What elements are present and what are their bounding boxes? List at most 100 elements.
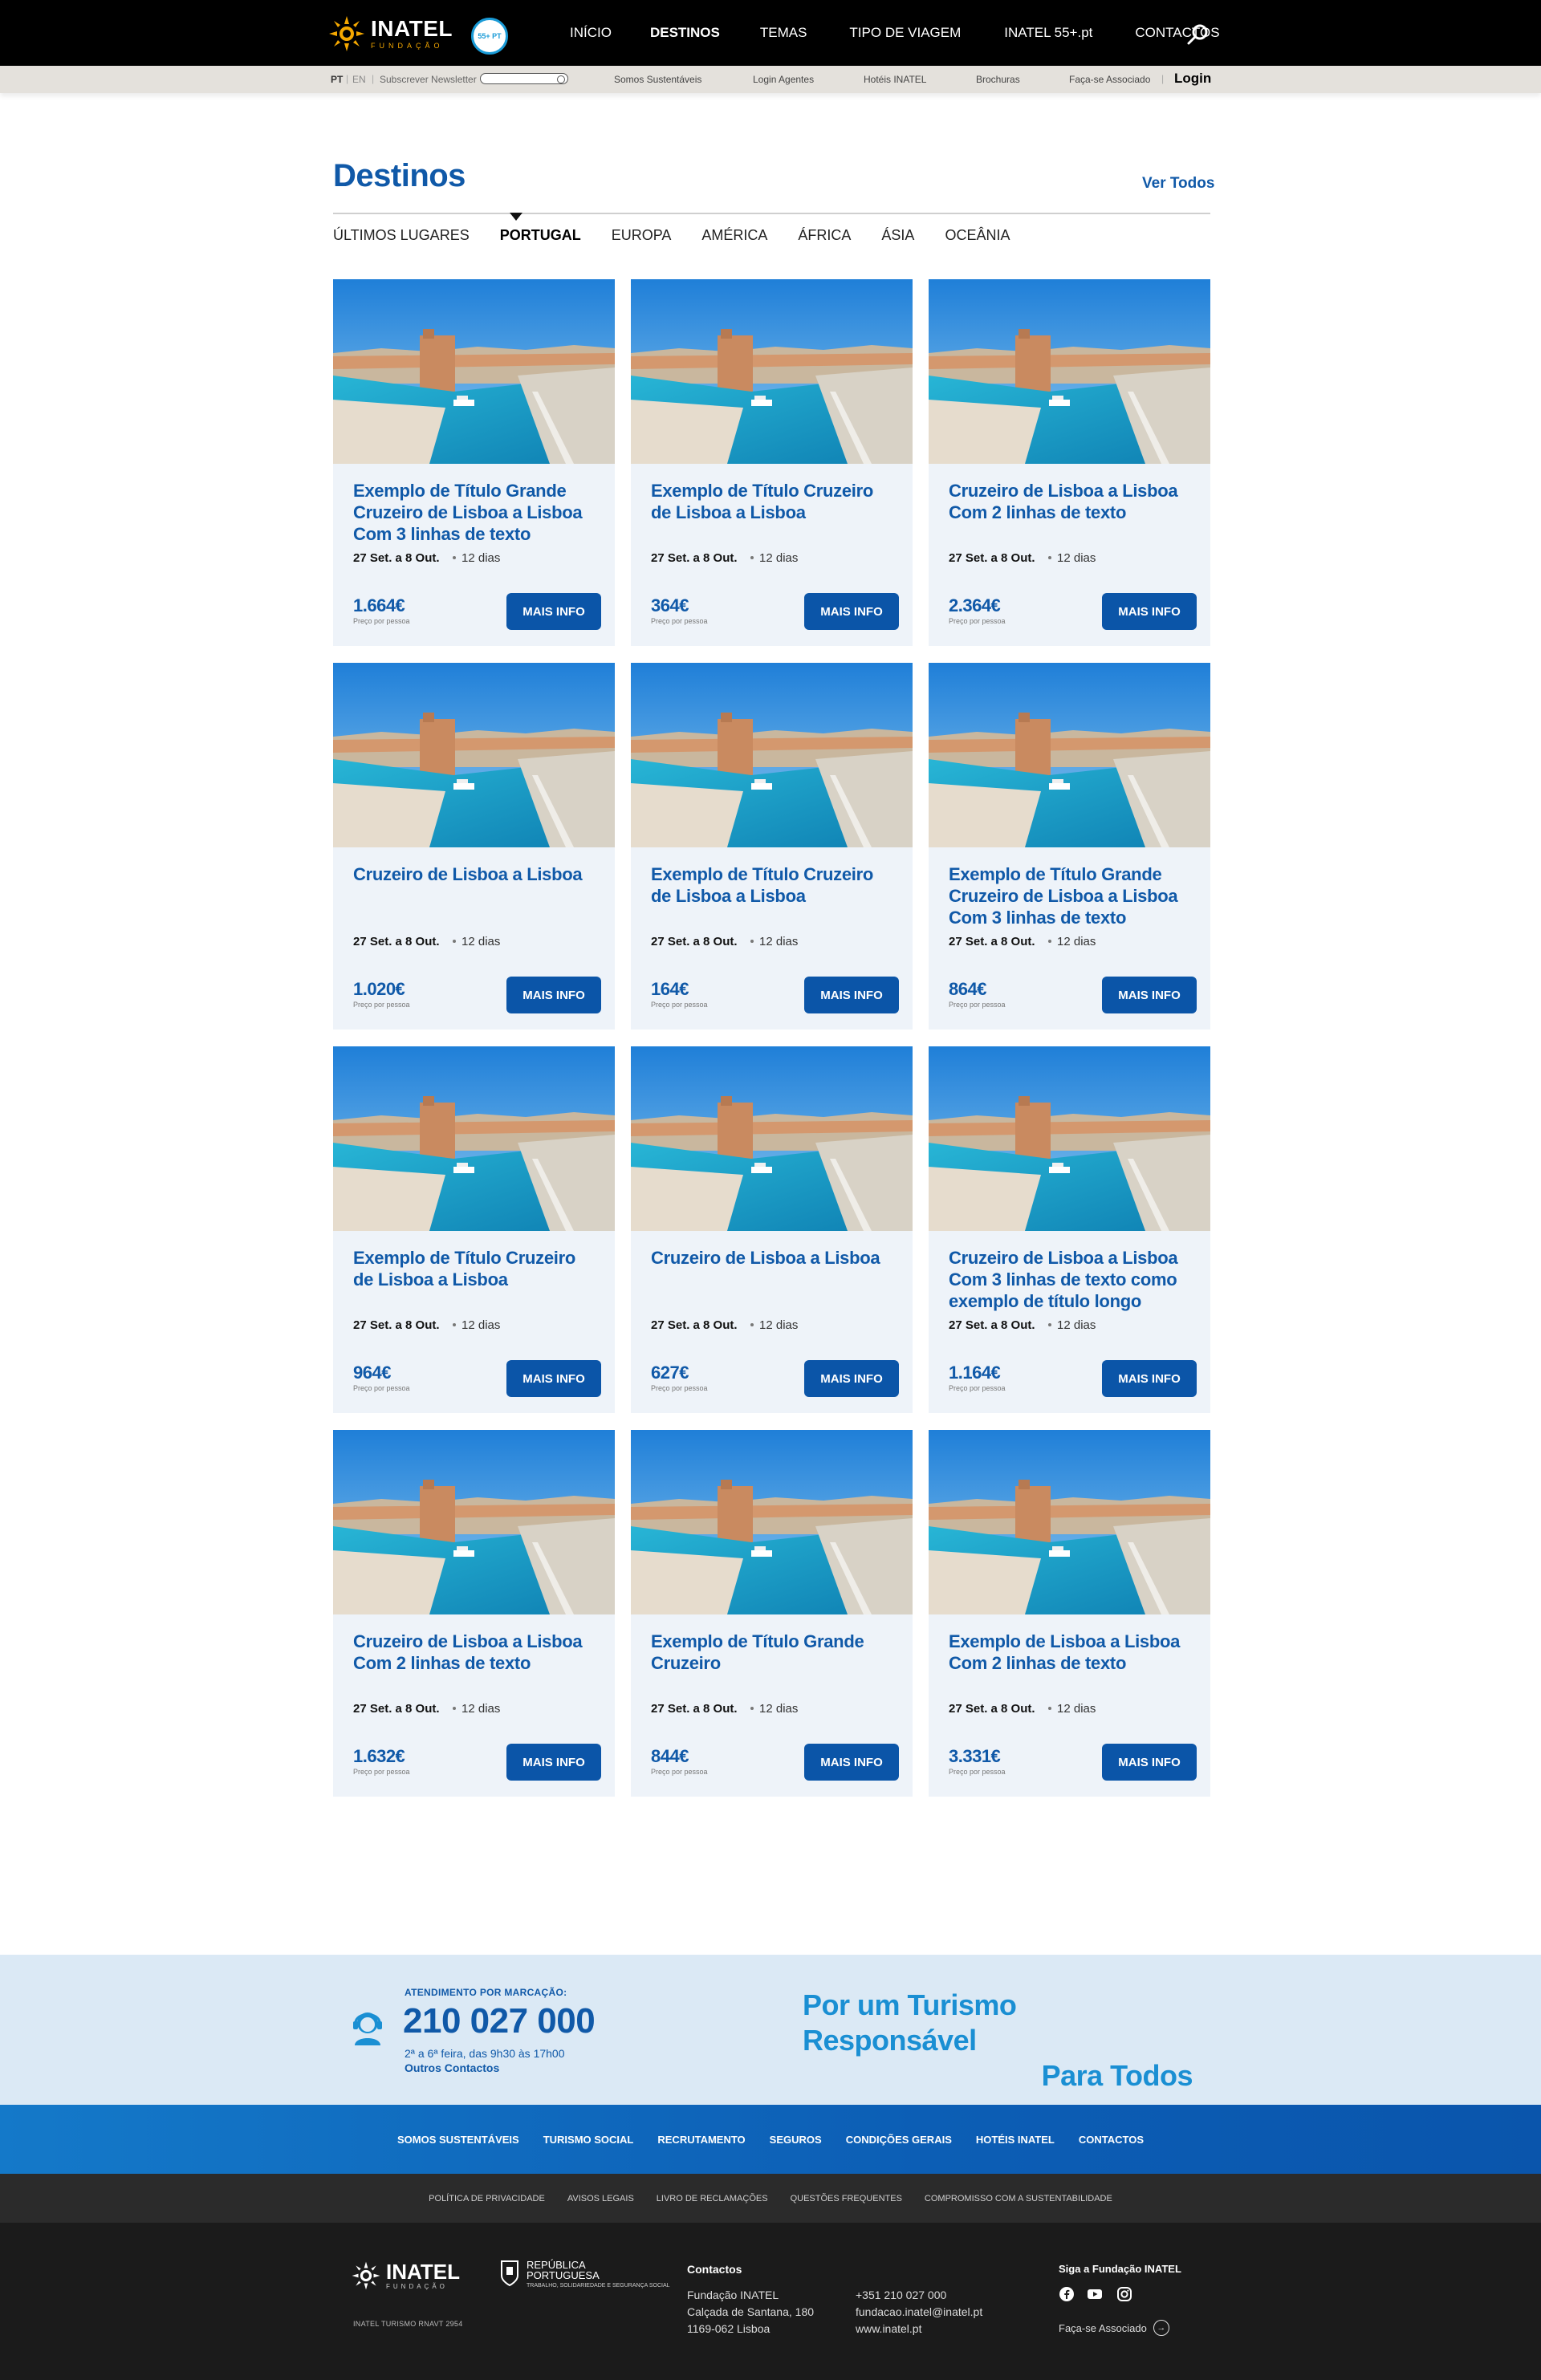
destination-card[interactable]: Cruzeiro de Lisboa a Lisboa Com 2 linhas… (333, 1430, 615, 1797)
badge-55plus[interactable]: 55+ PT (471, 18, 508, 55)
legal-link-livro-reclamacoes[interactable]: LIVRO DE RECLAMAÇÕES (657, 2194, 768, 2203)
tab-europa[interactable]: EUROPA (612, 227, 672, 244)
mais-info-button[interactable]: MAIS INFO (1102, 1744, 1197, 1781)
destination-card[interactable]: Exemplo de Título Grande Cruzeiro 27 Set… (631, 1430, 913, 1797)
mais-info-button[interactable]: MAIS INFO (804, 1744, 899, 1781)
destination-photo[interactable] (333, 663, 615, 847)
destination-photo[interactable] (631, 1430, 913, 1614)
youtube-icon[interactable] (1088, 2287, 1102, 2301)
republica-portuguesa-logo[interactable]: REPÚBLICA PORTUGUESA TRABALHO, SOLIDARIE… (499, 2260, 670, 2289)
destination-photo[interactable] (929, 663, 1210, 847)
link-faca-se-associado[interactable]: Faça-se Associado (1069, 74, 1150, 85)
footer-link-somos-sustentaveis[interactable]: SOMOS SUSTENTÁVEIS (397, 2134, 519, 2146)
link-login-agentes[interactable]: Login Agentes (753, 74, 814, 85)
other-contacts-link[interactable]: Outros Contactos (405, 2061, 499, 2074)
card-title[interactable]: Exemplo de Título Cruzeiro de Lisboa a L… (353, 1247, 594, 1290)
footer-link-contactos[interactable]: CONTACTOS (1079, 2134, 1144, 2146)
card-title[interactable]: Cruzeiro de Lisboa a Lisboa Com 3 linhas… (949, 1247, 1189, 1312)
destination-card[interactable]: Exemplo de Título Cruzeiro de Lisboa a L… (631, 279, 913, 646)
card-title[interactable]: Cruzeiro de Lisboa a Lisboa (353, 863, 594, 885)
legal-link-privacidade[interactable]: POLÍTICA DE PRIVACIDADE (429, 2194, 545, 2203)
lang-pt[interactable]: PT (331, 74, 343, 85)
footer-phone[interactable]: +351 210 027 000 (856, 2289, 946, 2301)
nav-destinos[interactable]: DESTINOS (650, 25, 720, 41)
destination-card[interactable]: Cruzeiro de Lisboa a Lisboa Com 3 linhas… (929, 1046, 1210, 1413)
mais-info-button[interactable]: MAIS INFO (1102, 593, 1197, 630)
card-title[interactable]: Cruzeiro de Lisboa a Lisboa Com 2 linhas… (353, 1631, 594, 1674)
destination-card[interactable]: Cruzeiro de Lisboa a Lisboa 27 Set. a 8 … (631, 1046, 913, 1413)
destination-card[interactable]: Cruzeiro de Lisboa a Lisboa Com 2 linhas… (929, 279, 1210, 646)
destination-card[interactable]: Cruzeiro de Lisboa a Lisboa 27 Set. a 8 … (333, 663, 615, 1030)
instagram-icon[interactable] (1117, 2287, 1132, 2301)
card-title[interactable]: Exemplo de Título Grande Cruzeiro de Lis… (353, 480, 594, 545)
tab-portugal[interactable]: PORTUGAL (500, 227, 581, 244)
nav-inicio[interactable]: INÍCIO (570, 25, 612, 41)
nav-temas[interactable]: TEMAS (760, 25, 807, 41)
card-title[interactable]: Exemplo de Título Cruzeiro de Lisboa a L… (651, 863, 892, 907)
inatel-logo[interactable]: INATEL FUNDAÇÃO (327, 13, 453, 55)
footer-link-turismo-social[interactable]: TURISMO SOCIAL (543, 2134, 634, 2146)
newsletter-input[interactable] (480, 73, 568, 84)
mais-info-button[interactable]: MAIS INFO (506, 977, 601, 1013)
tab-asia[interactable]: ÁSIA (881, 227, 914, 244)
address-line-2: Calçada de Santana, 180 (687, 2305, 815, 2318)
destination-photo[interactable] (929, 1046, 1210, 1231)
mais-info-button[interactable]: MAIS INFO (1102, 1360, 1197, 1397)
mais-info-button[interactable]: MAIS INFO (506, 1744, 601, 1781)
view-all-link[interactable]: Ver Todos (1142, 175, 1214, 193)
card-title[interactable]: Exemplo de Título Grande Cruzeiro de Lis… (949, 863, 1189, 928)
footer-link-hoteis-inatel[interactable]: HOTÉIS INATEL (976, 2134, 1055, 2146)
mais-info-button[interactable]: MAIS INFO (1102, 977, 1197, 1013)
nav-inatel-55[interactable]: INATEL 55+.pt (1004, 25, 1092, 41)
mais-info-button[interactable]: MAIS INFO (804, 1360, 899, 1397)
card-title[interactable]: Exemplo de Título Cruzeiro de Lisboa a L… (651, 480, 892, 523)
destination-card[interactable]: Exemplo de Lisboa a Lisboa Com 2 linhas … (929, 1430, 1210, 1797)
footer-email[interactable]: fundacao.inatel@inatel.pt (856, 2305, 982, 2318)
dot-separator (750, 1707, 754, 1710)
lang-en[interactable]: EN (352, 74, 366, 85)
tab-africa[interactable]: ÁFRICA (798, 227, 851, 244)
destination-photo[interactable] (333, 1046, 615, 1231)
nav-tipo-de-viagem[interactable]: TIPO DE VIAGEM (849, 25, 961, 41)
card-title[interactable]: Cruzeiro de Lisboa a Lisboa (651, 1247, 892, 1269)
tab-america[interactable]: AMÉRICA (701, 227, 767, 244)
main-nav: INÍCIO DESTINOS TEMAS TIPO DE VIAGEM INA… (562, 0, 1220, 66)
destination-card[interactable]: Exemplo de Título Grande Cruzeiro de Lis… (333, 279, 615, 646)
address-line-1: Fundação INATEL (687, 2289, 779, 2301)
legal-link-avisos-legais[interactable]: AVISOS LEGAIS (567, 2194, 634, 2203)
login-link[interactable]: Login (1174, 71, 1211, 87)
facebook-icon[interactable] (1059, 2287, 1074, 2301)
footer-inatel-logo[interactable]: INATEL FUNDAÇÃO (351, 2260, 460, 2291)
destination-photo[interactable] (631, 663, 913, 847)
destination-photo[interactable] (333, 279, 615, 464)
destination-card[interactable]: Exemplo de Título Cruzeiro de Lisboa a L… (333, 1046, 615, 1413)
mais-info-button[interactable]: MAIS INFO (804, 977, 899, 1013)
search-icon[interactable] (1186, 22, 1210, 47)
destination-photo[interactable] (631, 1046, 913, 1231)
footer-link-seguros[interactable]: SEGUROS (770, 2134, 822, 2146)
mais-info-button[interactable]: MAIS INFO (506, 1360, 601, 1397)
destination-photo[interactable] (929, 279, 1210, 464)
card-title[interactable]: Exemplo de Título Grande Cruzeiro (651, 1631, 892, 1674)
link-brochuras[interactable]: Brochuras (976, 74, 1020, 85)
link-somos-sustentaveis[interactable]: Somos Sustentáveis (614, 74, 701, 85)
destination-photo[interactable] (631, 279, 913, 464)
contact-phone[interactable]: 210 027 000 (403, 2001, 596, 2041)
destination-photo[interactable] (333, 1430, 615, 1614)
footer-link-recrutamento[interactable]: RECRUTAMENTO (657, 2134, 745, 2146)
card-title[interactable]: Exemplo de Lisboa a Lisboa Com 2 linhas … (949, 1631, 1189, 1674)
tab-oceania[interactable]: OCEÂNIA (945, 227, 1010, 244)
card-title[interactable]: Cruzeiro de Lisboa a Lisboa Com 2 linhas… (949, 480, 1189, 523)
destination-photo[interactable] (929, 1430, 1210, 1614)
become-member-link[interactable]: Faça-se Associado → (1059, 2320, 1169, 2336)
footer-website[interactable]: www.inatel.pt (856, 2322, 921, 2335)
destination-card[interactable]: Exemplo de Título Cruzeiro de Lisboa a L… (631, 663, 913, 1030)
link-hoteis-inatel[interactable]: Hotéis INATEL (864, 74, 926, 85)
legal-link-faq[interactable]: QUESTÕES FREQUENTES (791, 2194, 902, 2203)
footer-link-condicoes-gerais[interactable]: CONDIÇÕES GERAIS (846, 2134, 952, 2146)
tab-ultimos-lugares[interactable]: ÚLTIMOS LUGARES (333, 227, 470, 244)
destination-card[interactable]: Exemplo de Título Grande Cruzeiro de Lis… (929, 663, 1210, 1030)
mais-info-button[interactable]: MAIS INFO (506, 593, 601, 630)
mais-info-button[interactable]: MAIS INFO (804, 593, 899, 630)
legal-link-sustentabilidade[interactable]: COMPROMISSO COM A SUSTENTABILIDADE (925, 2194, 1112, 2203)
